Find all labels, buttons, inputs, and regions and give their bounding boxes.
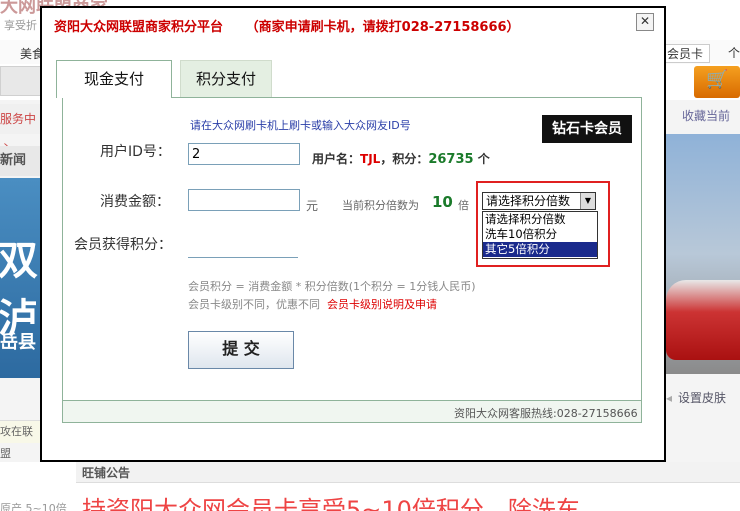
level-info-link[interactable]: 会员卡级别说明及申请: [327, 298, 437, 311]
background-nav-member-card[interactable]: 会员卡: [660, 44, 711, 63]
background-announcement-bar: 旺铺公告: [76, 462, 740, 483]
background-nav-more[interactable]: 个: [728, 44, 740, 61]
user-id-input[interactable]: [188, 143, 300, 165]
tab-points-payment[interactable]: 积分支付: [180, 60, 272, 98]
close-icon: ✕: [639, 14, 651, 28]
dropdown-option[interactable]: 请选择积分倍数: [483, 212, 597, 227]
select-current-value: 请选择积分倍数: [486, 194, 571, 208]
username-value: TJL: [360, 152, 381, 166]
level-note: 会员卡级别不同，优惠不同 会员卡级别说明及申请: [188, 296, 437, 312]
amount-input[interactable]: [188, 189, 300, 211]
earned-points-label: 会员获得积分：: [74, 237, 172, 253]
announcement-title: 旺铺公告: [82, 466, 131, 480]
background-news-heading: 新闻: [0, 146, 40, 176]
multiplier-dropdown-list: 请选择积分倍数 洗车10倍积分 其它5倍积分: [482, 211, 598, 259]
amount-unit: 元: [306, 199, 319, 213]
user-info: 用户名：TJL，积分：26735 个: [312, 150, 490, 167]
dropdown-option-highlighted[interactable]: 其它5倍积分: [483, 242, 597, 257]
banner-text-1: 双泸: [0, 238, 38, 342]
arrow-left-icon: ◂: [666, 391, 673, 405]
modal-title-text: 资阳大众网联盟商家积分平台: [54, 20, 224, 35]
points-value: 26735: [428, 152, 474, 167]
modal-header: 资阳大众网联盟商家积分平台 （商家申请刷卡机，请拨打028-27158666） …: [42, 8, 664, 42]
service-hotline: 资阳大众网客服热线:028-27158666: [454, 407, 638, 420]
swipe-hint: 请在大众网刷卡机上刷卡或输入大众网友ID号: [190, 119, 411, 132]
points-unit: 个: [477, 152, 490, 166]
background-cart-button[interactable]: 🛒: [694, 66, 740, 98]
multiplier-value: 10: [432, 193, 453, 211]
submit-button[interactable]: 提 交: [188, 331, 294, 369]
background-left-note: 享受折: [4, 19, 37, 32]
points-label: ，积分：: [380, 152, 429, 166]
tab-cash-payment[interactable]: 现金支付: [56, 60, 172, 98]
background-car-image: [666, 280, 740, 360]
chevron-down-icon[interactable]: ▼: [580, 193, 595, 209]
user-id-label: 用户ID号：: [100, 144, 171, 160]
multiplier-label: 当前积分倍数为: [342, 199, 419, 212]
formula-note: 会员积分 = 消费金额 * 积分倍数(1个积分 = 1分钱人民币): [188, 280, 476, 293]
background-settings-link[interactable]: ◂ 设置皮肤: [666, 388, 740, 408]
amount-label: 消费金额：: [100, 194, 170, 210]
multiplier-unit: 倍: [458, 199, 469, 212]
level-note-text: 会员卡级别不同，优惠不同: [188, 298, 320, 311]
background-favorite-link[interactable]: 收藏当前旺: [670, 104, 740, 147]
cart-icon: 🛒: [706, 69, 729, 90]
background-search-input[interactable]: [0, 66, 42, 96]
modal-subtitle: （商家申请刷卡机，请拨打028-27158666）: [245, 20, 520, 35]
close-button[interactable]: ✕: [636, 13, 654, 31]
diamond-member-badge: 钻石卡会员: [542, 115, 632, 143]
earned-points-field: [188, 257, 298, 258]
background-banner-left: 双泸 岳县: [0, 178, 40, 378]
background-service-center[interactable]: 服务中心: [0, 104, 40, 156]
settings-label: 设置皮肤: [678, 391, 727, 405]
banner-text-2: 岳县: [0, 332, 36, 353]
background-promo-text: 持资阳大众网会员卡享受5~10倍积分，除洗车: [82, 496, 580, 511]
username-label: 用户名：: [312, 152, 361, 166]
multiplier-select[interactable]: 请选择积分倍数 ▼: [482, 192, 596, 210]
dropdown-option[interactable]: 洗车10倍积分: [483, 227, 597, 242]
background-bottom-note: 原产 5~10倍: [0, 502, 67, 511]
background-alliance-note: 攻在联盟: [0, 420, 40, 460]
modal-title: 资阳大众网联盟商家积分平台 （商家申请刷卡机，请拨打028-27158666）: [54, 16, 520, 35]
